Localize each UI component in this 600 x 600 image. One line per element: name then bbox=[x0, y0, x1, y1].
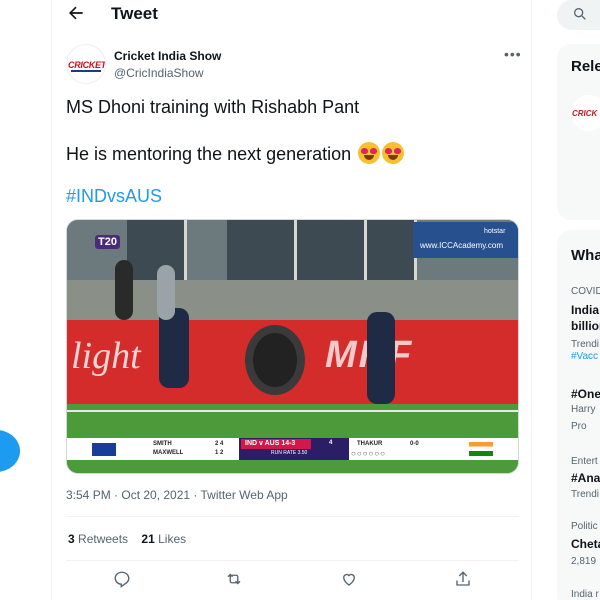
scoreboard-balls: ○○○○○○ bbox=[351, 449, 386, 458]
scoreboard-run-rate: RUN RATE 3.50 bbox=[271, 450, 308, 456]
author-handle[interactable]: @CricIndiaShow bbox=[114, 66, 204, 80]
hashtag-link[interactable]: #INDvsAUS bbox=[66, 186, 162, 207]
trend1-trending: Trendi bbox=[571, 339, 599, 350]
likes-count[interactable]: 21 bbox=[141, 532, 154, 546]
scoreboard-batter1-score: 2 4 bbox=[215, 441, 224, 447]
trend2-title[interactable]: #One bbox=[571, 387, 600, 401]
media-player-pant bbox=[367, 312, 395, 404]
retweet-icon[interactable] bbox=[225, 570, 243, 588]
likes-label[interactable]: Likes bbox=[158, 532, 186, 546]
tweet-media-image[interactable]: hotstar www.ICCAcademy.com T20 light MRF… bbox=[66, 219, 519, 474]
avatar-logo-text: CRICKET bbox=[68, 60, 106, 70]
trend2-by: Harry bbox=[571, 404, 596, 415]
tweet-timestamp[interactable]: 3:54 PM · Oct 20, 2021 · Twitter Web App bbox=[66, 488, 288, 502]
media-ad-text: www.ICCAcademy.com bbox=[420, 241, 503, 250]
scoreboard-bowler: THAKUR bbox=[357, 441, 383, 447]
media-ad-top-text: hotstar bbox=[484, 228, 506, 235]
scoreboard-runs: 14-3 bbox=[281, 440, 296, 447]
trend1-title-b[interactable]: billion bbox=[571, 319, 600, 333]
media-player-dhoni bbox=[159, 308, 189, 388]
search-icon bbox=[574, 7, 586, 20]
reply-icon[interactable] bbox=[113, 570, 131, 588]
relevant-avatar[interactable]: CRICK bbox=[571, 95, 600, 131]
heart-eyes-emoji-icon bbox=[358, 142, 381, 164]
retweets-label[interactable]: Retweets bbox=[78, 532, 128, 546]
tweet-stats: 3 Retweets 21 Likes bbox=[68, 532, 186, 546]
media-stand bbox=[67, 280, 518, 320]
divider bbox=[66, 516, 519, 517]
like-heart-icon[interactable] bbox=[340, 570, 358, 588]
trend3-category: Entert bbox=[571, 456, 598, 467]
media-bystander bbox=[157, 265, 175, 320]
trend1-category: COVID bbox=[571, 286, 600, 297]
scoreboard-score: IND v AUS 14-3 bbox=[241, 439, 311, 449]
media-banner-left-text: light bbox=[71, 335, 141, 377]
scoreboard-batter1: SMITH bbox=[153, 441, 172, 447]
trend4-count: 2,819 bbox=[571, 556, 597, 567]
relevant-avatar-text: CRICK bbox=[572, 109, 598, 118]
whats-happening-title: Wha bbox=[571, 247, 600, 264]
scoreboard: SMITH 2 4 MAXWELL 1 2 IND v AUS 14-3 4 R… bbox=[67, 438, 518, 460]
tweet-text-line2: He is mentoring the next generation bbox=[66, 142, 405, 165]
tweet-header: Tweet bbox=[52, 0, 532, 30]
main-column: Tweet CRICKET Cricket India Show @CricIn… bbox=[51, 0, 532, 600]
trend4-title[interactable]: Cheta bbox=[571, 537, 600, 551]
author-avatar[interactable]: CRICKET bbox=[66, 44, 106, 84]
relevant-people-title: Rele bbox=[571, 58, 600, 75]
scoreboard-batter2-score: 1 2 bbox=[215, 450, 224, 456]
trend1-title-a[interactable]: India bbox=[571, 303, 599, 317]
scoreboard-bowler-figures: 0-0 bbox=[410, 441, 419, 447]
media-tyre-graphic bbox=[245, 325, 305, 395]
share-icon[interactable] bbox=[454, 570, 472, 588]
india-flag-icon bbox=[469, 442, 493, 456]
avatar-logo-bar bbox=[71, 70, 101, 72]
compose-tweet-button[interactable] bbox=[0, 430, 20, 472]
trend5-category: India r bbox=[571, 589, 599, 600]
scoreboard-batter2: MAXWELL bbox=[153, 450, 184, 456]
australia-flag-icon bbox=[92, 443, 116, 456]
trend1-hashtag[interactable]: #Vacc bbox=[571, 351, 598, 362]
media-boundary-line bbox=[67, 410, 518, 412]
tweet-page: Tweet CRICKET Cricket India Show @CricIn… bbox=[0, 0, 600, 600]
t20-world-cup-logo: T20 bbox=[95, 235, 120, 249]
trend3-trending: Trendi bbox=[571, 489, 599, 500]
retweets-count[interactable]: 3 bbox=[68, 532, 75, 546]
author-display-name[interactable]: Cricket India Show bbox=[114, 49, 221, 63]
trend3-title[interactable]: #Ana bbox=[571, 471, 600, 485]
back-arrow-icon[interactable] bbox=[66, 3, 86, 23]
media-bystander bbox=[115, 260, 133, 320]
more-options-icon[interactable]: ••• bbox=[504, 46, 522, 62]
heart-eyes-emoji-icon bbox=[382, 142, 405, 164]
divider bbox=[66, 560, 519, 561]
tweet-text-line2-text: He is mentoring the next generation bbox=[66, 144, 352, 164]
tweet-text-line1: MS Dhoni training with Rishabh Pant bbox=[66, 97, 360, 117]
trend2-promoted: Pro bbox=[571, 421, 587, 432]
scoreboard-overs: 4 bbox=[329, 440, 333, 446]
trend4-category: Politic bbox=[571, 521, 598, 532]
scoreboard-match: IND v AUS bbox=[245, 440, 280, 447]
header-title: Tweet bbox=[111, 4, 158, 23]
